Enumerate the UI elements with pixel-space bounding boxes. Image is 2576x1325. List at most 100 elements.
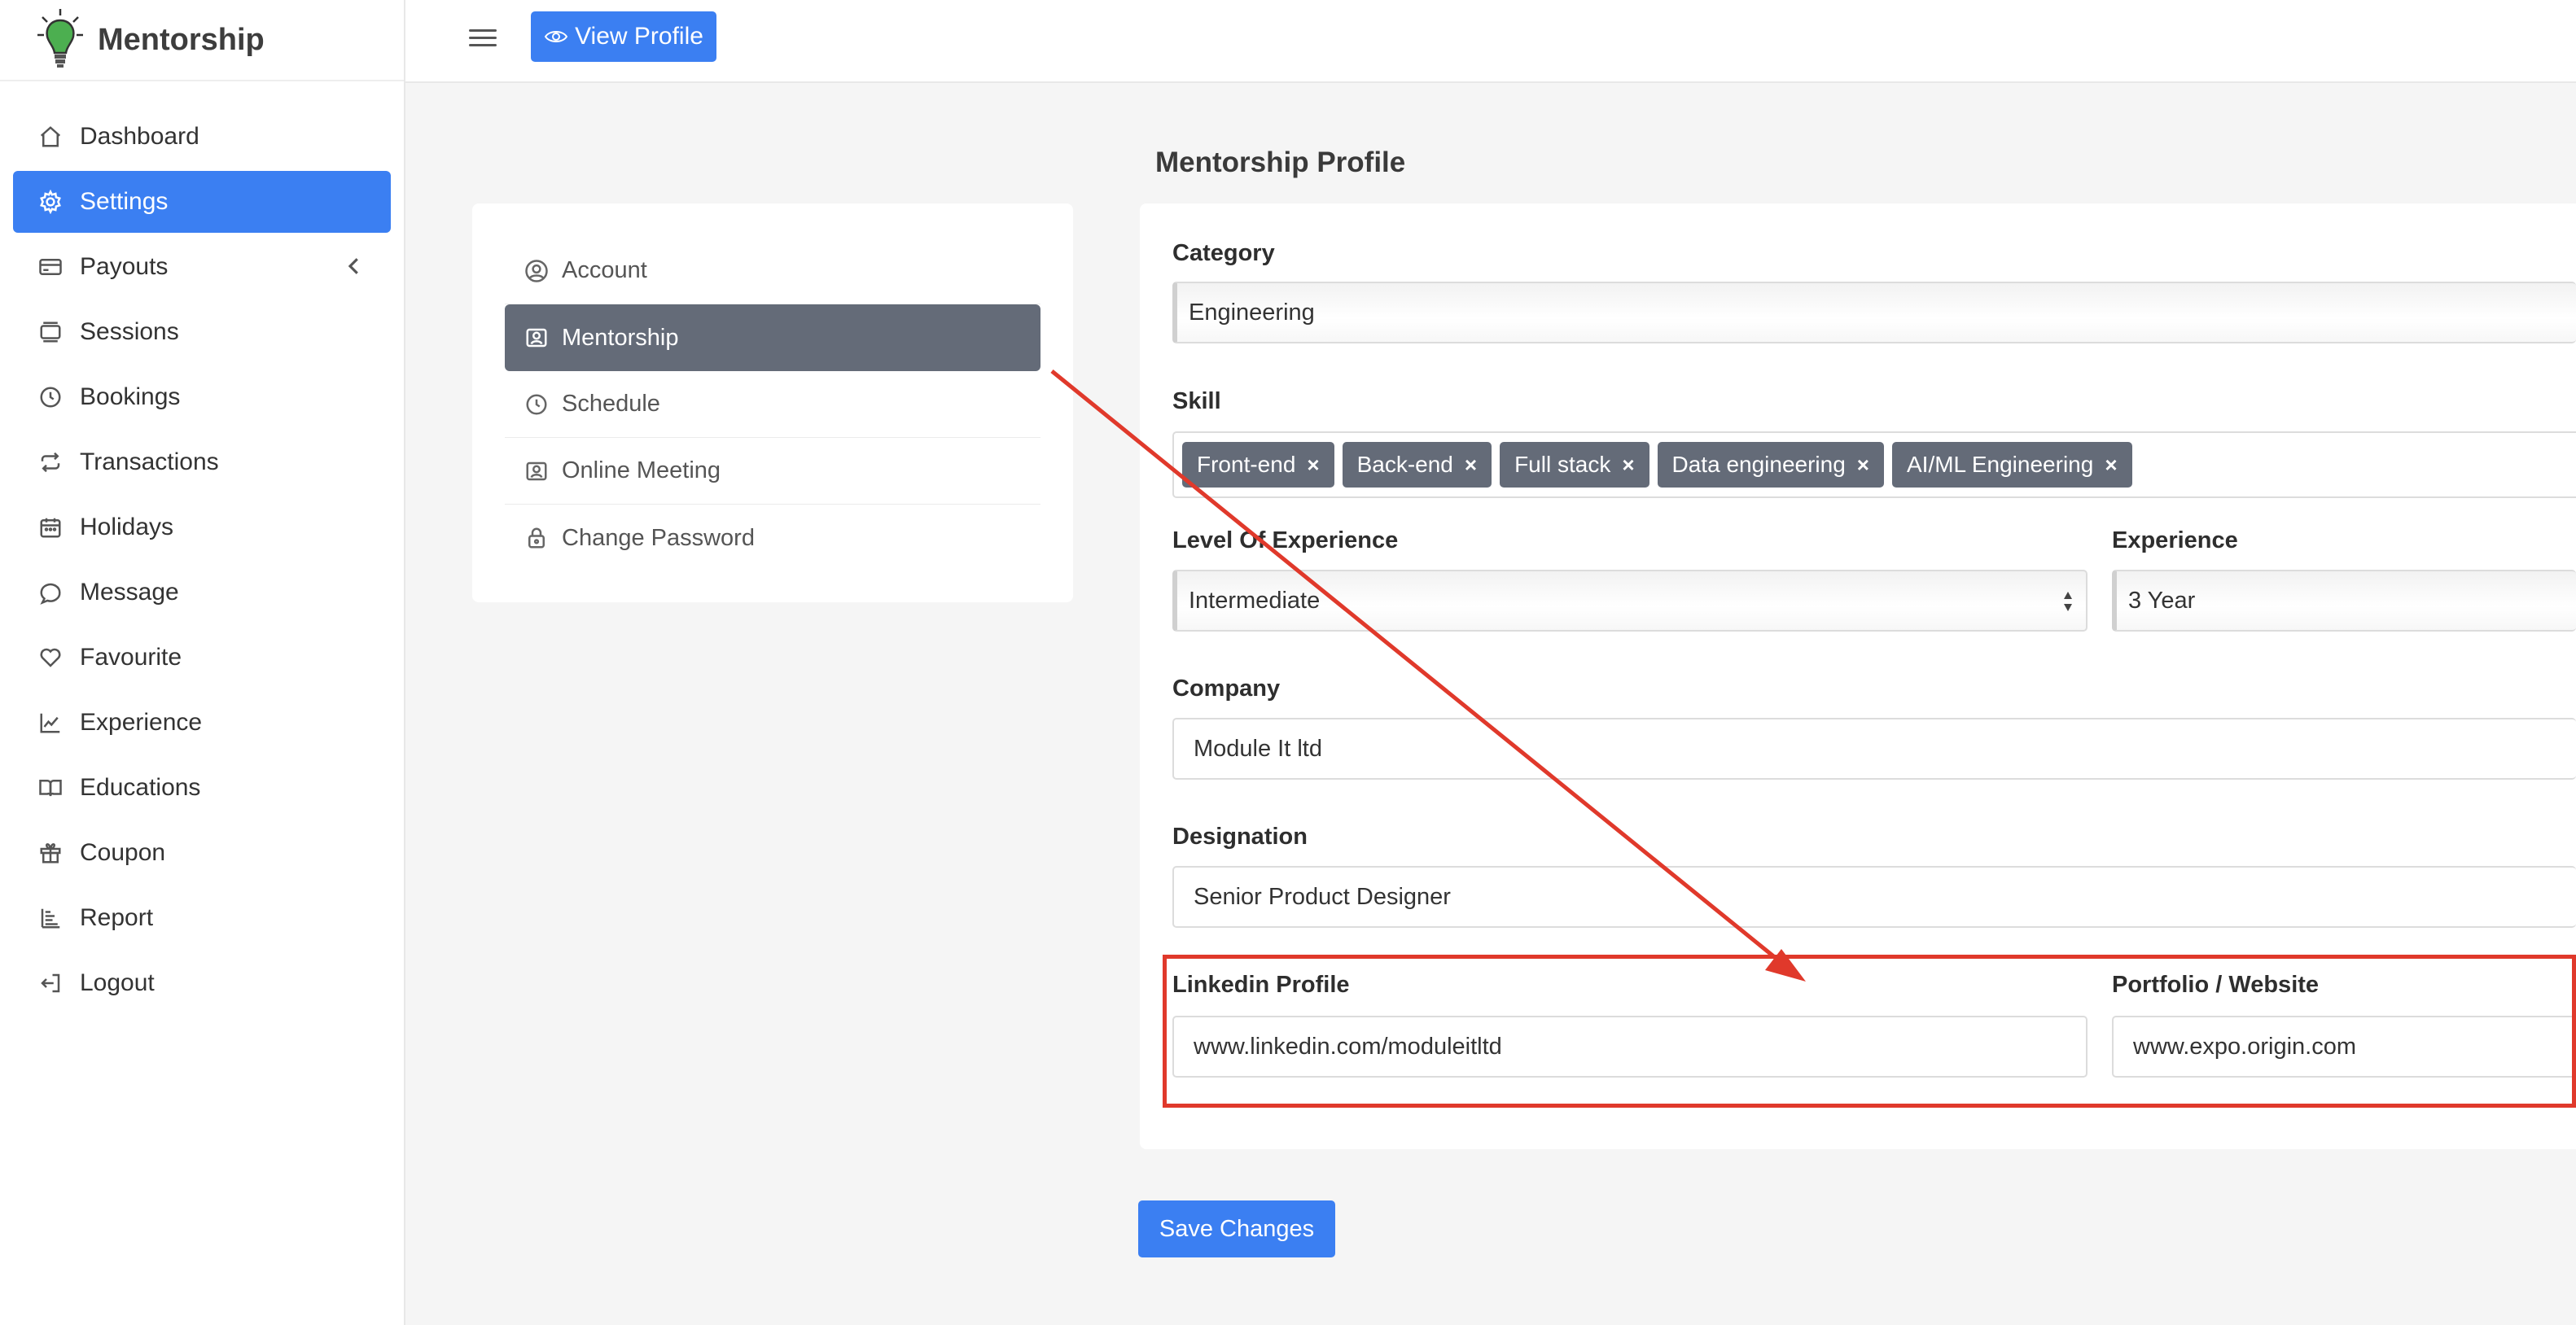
sidebar-item-label: Transactions [80,448,219,475]
home-icon [37,124,64,150]
category-select[interactable]: Engineering [1172,282,2576,343]
report-icon [37,905,64,931]
sidebar-item-logout[interactable]: Logout [13,952,391,1014]
close-icon[interactable]: × [1857,453,1869,478]
sidebar-item-payouts[interactable]: Payouts [13,236,391,298]
experience-select[interactable]: 3 Year [2112,570,2576,632]
linkedin-value: www.linkedin.com/moduleitltd [1194,1033,1502,1060]
settings-tab-change-password[interactable]: Change Password [505,505,1040,571]
skill-tags-input[interactable]: Front-end × Back-end × Full stack × Data en… [1172,431,2576,498]
skill-tag-label: Back-end [1356,452,1453,477]
company-label: Company [1172,676,1281,702]
mentorship-form [1140,203,2576,1149]
sidebar-item-label: Holidays [80,514,174,540]
sidebar-item-label: Message [80,579,179,606]
settings-tab-label: Schedule [562,391,660,417]
lightbulb-icon [37,9,83,68]
sidebar-item-report[interactable]: Report [13,887,391,949]
sidebar-item-label: Coupon [80,839,166,866]
id-card-icon [524,326,549,350]
clock-icon [37,384,64,410]
logout-icon [37,970,64,996]
skill-tag-label: Data engineering [1671,452,1846,477]
settings-tab-schedule[interactable]: Schedule [505,371,1040,438]
designation-input[interactable]: Senior Product Designer [1172,866,2576,928]
level-select[interactable]: Intermediate [1172,570,2088,632]
view-profile-button[interactable]: View Profile [531,11,716,62]
settings-tab-account[interactable]: Account [505,238,1040,304]
close-icon[interactable]: × [1307,453,1319,478]
level-label: Level Of Experience [1172,527,1399,553]
sidebar-item-transactions[interactable]: Transactions [13,431,391,493]
chevron-left-icon[interactable] [342,254,366,278]
sidebar-item-label: Educations [80,774,201,801]
sidebar: Mentorship Dashboard Settings Payouts Se… [0,0,405,1325]
skill-label: Skill [1172,388,1221,414]
sidebar-item-settings[interactable]: Settings [13,171,391,233]
sidebar-item-label: Payouts [80,253,169,280]
eye-icon [544,31,568,42]
repeat-icon [37,449,64,475]
view-profile-label: View Profile [575,23,703,50]
category-value: Engineering [1189,299,1315,326]
menu-toggle-icon[interactable] [469,24,497,49]
sidebar-item-label: Bookings [80,383,181,410]
experience-value: 3 Year [2128,587,2196,614]
sidebar-item-bookings[interactable]: Bookings [13,366,391,428]
clock-icon [524,392,549,417]
skill-tag: Back-end × [1342,442,1492,488]
linkedin-input[interactable]: www.linkedin.com/moduleitltd [1172,1016,2088,1078]
designation-label: Designation [1172,824,1308,850]
category-label: Category [1172,240,1275,266]
settings-tab-label: Mentorship [562,324,679,351]
company-input[interactable]: Module It ltd [1172,718,2576,780]
save-changes-button[interactable]: Save Changes [1138,1200,1335,1257]
gift-icon [37,840,64,866]
sidebar-item-label: Sessions [80,318,179,345]
heart-icon [37,645,64,671]
settings-tab-label: Account [562,257,647,283]
experience-label: Experience [2112,527,2238,553]
level-value: Intermediate [1189,587,1321,614]
settings-tab-online-meeting[interactable]: Online Meeting [505,438,1040,505]
sidebar-item-message[interactable]: Message [13,562,391,623]
portfolio-input[interactable]: www.expo.origin.com [2112,1016,2576,1078]
close-icon[interactable]: × [2105,453,2117,478]
sidebar-item-label: Dashboard [80,123,199,150]
portfolio-label: Portfolio / Website [2112,972,2320,998]
skill-tag: AI/ML Engineering × [1891,442,2132,488]
sidebar-item-favourite[interactable]: Favourite [13,627,391,689]
sessions-icon [37,319,64,345]
user-circle-icon [524,259,549,283]
page-title: Mentorship Profile [1155,146,1406,178]
sidebar-item-dashboard[interactable]: Dashboard [13,106,391,168]
skill-tag-label: Full stack [1514,452,1611,477]
sidebar-item-label: Favourite [80,644,182,671]
sidebar-item-coupon[interactable]: Coupon [13,822,391,884]
linkedin-label: Linkedin Profile [1172,972,1350,998]
sidebar-item-label: Settings [80,188,169,215]
skill-tag: Front-end × [1182,442,1334,488]
designation-value: Senior Product Designer [1194,883,1451,910]
book-icon [37,775,64,801]
close-icon[interactable]: × [1465,453,1477,478]
top-bar: View Profile [405,0,2576,83]
settings-tab-label: Online Meeting [562,457,721,483]
sidebar-item-sessions[interactable]: Sessions [13,301,391,363]
select-arrows-icon [2064,592,2072,611]
chat-icon [37,579,64,606]
brand[interactable]: Mentorship [0,0,404,81]
settings-tab-mentorship[interactable]: Mentorship [505,304,1040,371]
calendar-icon [37,514,64,540]
credit-card-icon [37,254,64,280]
sidebar-item-experience[interactable]: Experience [13,692,391,754]
gear-icon [37,189,64,215]
close-icon[interactable]: × [1622,453,1634,478]
sidebar-item-label: Experience [80,709,203,736]
sidebar-item-label: Report [80,904,154,931]
sidebar-item-label: Logout [80,969,155,996]
settings-tab-label: Change Password [562,524,755,551]
lock-icon [524,526,549,550]
sidebar-item-educations[interactable]: Educations [13,757,391,819]
sidebar-item-holidays[interactable]: Holidays [13,496,391,558]
